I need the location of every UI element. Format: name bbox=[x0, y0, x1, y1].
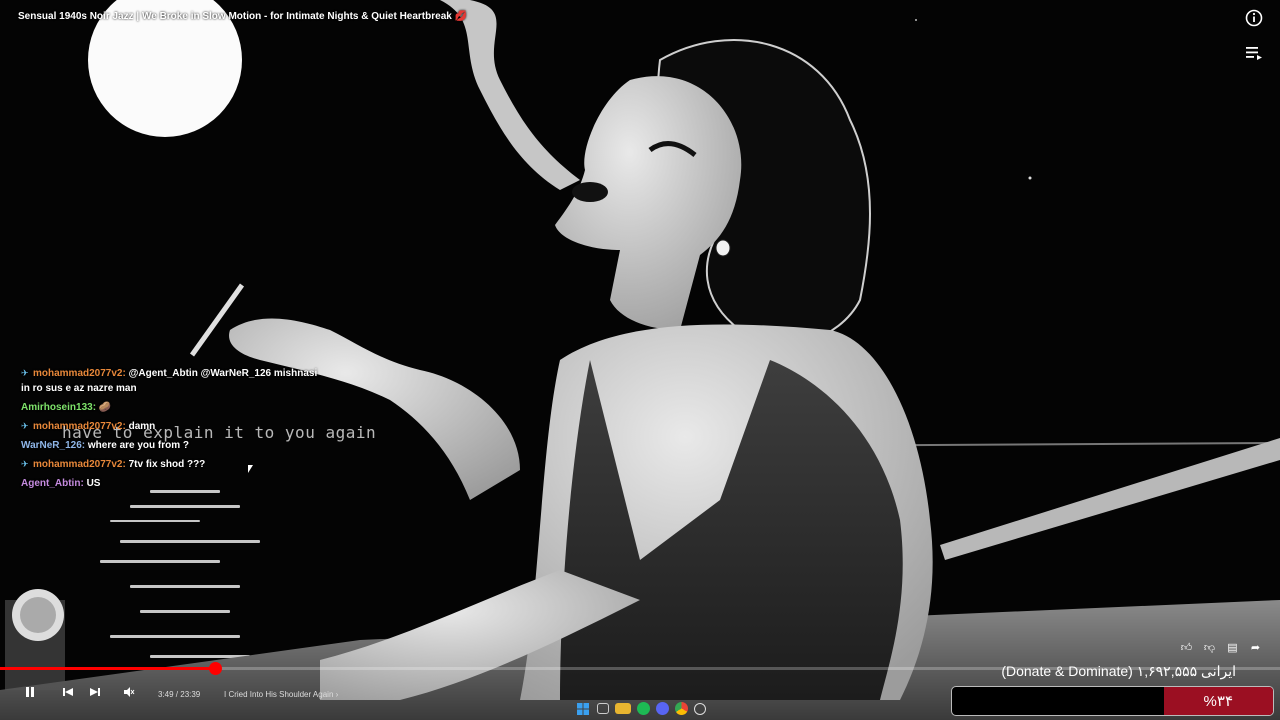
lyric-overlay: have to explain it to you again bbox=[62, 423, 377, 442]
thumbs-down-icon[interactable]: 👎︎ bbox=[1203, 642, 1216, 655]
progress-fill bbox=[0, 667, 216, 670]
chat-username: mohammad2077v2: bbox=[33, 368, 126, 379]
video-title[interactable]: Sensual 1940s Noir Jazz | We Broke in Sl… bbox=[18, 11, 467, 22]
lips bbox=[572, 182, 608, 202]
video-title-text[interactable]: Sensual 1940s Noir Jazz | We Broke in Sl… bbox=[18, 11, 452, 22]
chat-message: Agent_Abtin: US bbox=[21, 474, 351, 493]
chat-text: 🥔 bbox=[98, 402, 112, 413]
chat-username: mohammad2077v2: bbox=[33, 459, 126, 470]
info-icon[interactable] bbox=[1245, 9, 1263, 27]
kiss-emoji: 💋 bbox=[454, 11, 468, 22]
progress-scrubber[interactable] bbox=[209, 662, 223, 675]
windows-start-icon[interactable] bbox=[575, 701, 591, 717]
mouse-cursor bbox=[248, 465, 253, 473]
chat-message: ✈ mohammad2077v2: 7tv fix shod ??? bbox=[21, 455, 351, 474]
badge-icon: ✈ bbox=[21, 459, 29, 469]
star bbox=[915, 19, 917, 21]
action-bar: 👍︎ 👎︎ ▤ ➦ bbox=[1180, 642, 1262, 655]
discord-icon[interactable] bbox=[655, 702, 669, 715]
task-view-icon[interactable] bbox=[596, 703, 609, 714]
thumbs-up-icon[interactable]: 👍︎ bbox=[1180, 642, 1193, 655]
share-icon[interactable]: ➦ bbox=[1249, 642, 1262, 655]
chat-text: in ro sus e az nazre man bbox=[21, 383, 137, 394]
settings-icon[interactable] bbox=[693, 702, 706, 715]
chat-username: Amirhosein133: bbox=[21, 402, 97, 413]
badge-icon: ✈ bbox=[21, 421, 29, 431]
star bbox=[1028, 176, 1032, 180]
chrome-icon[interactable] bbox=[674, 702, 688, 715]
file-explorer-icon[interactable] bbox=[614, 703, 631, 714]
chat-message: Amirhosein133: 🥔 bbox=[21, 398, 351, 417]
spotify-icon[interactable] bbox=[636, 702, 650, 715]
chat-text: US bbox=[86, 478, 101, 489]
taskbar bbox=[0, 697, 1280, 720]
earring bbox=[715, 239, 731, 257]
chat-text: 7tv fix shod ??? bbox=[128, 459, 206, 470]
glass bbox=[5, 589, 65, 690]
chat-username: Agent_Abtin: bbox=[21, 478, 84, 489]
comment-icon[interactable]: ▤ bbox=[1226, 642, 1239, 655]
playlist-icon[interactable] bbox=[1245, 44, 1263, 62]
chat-text: @Agent_Abtin @WarNeR_126 mishnasi bbox=[128, 368, 318, 379]
donate-label: (Donate & Dominate) ۱,۶۹۲,۵۵۵ ایرانی bbox=[1001, 663, 1236, 679]
video-frame[interactable] bbox=[0, 0, 1280, 720]
